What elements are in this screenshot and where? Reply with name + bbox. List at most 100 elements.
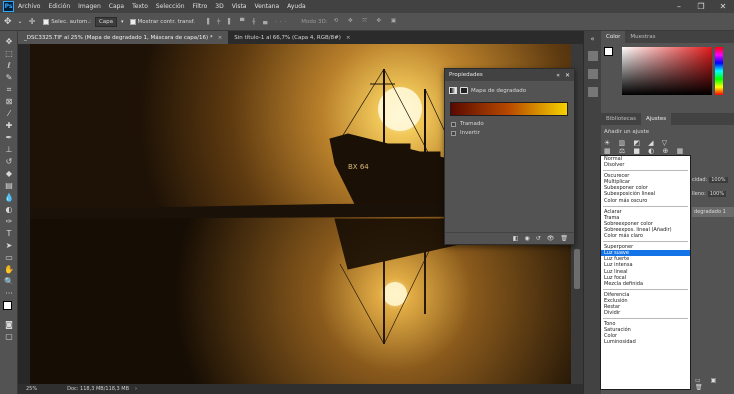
history-panel-icon[interactable]: [587, 51, 598, 61]
healing-brush-icon[interactable]: ✚: [2, 120, 16, 131]
clip-to-layer-icon[interactable]: ◧: [513, 235, 519, 242]
blur-tool-icon[interactable]: 💧: [2, 192, 16, 203]
blend-mode-option[interactable]: Luminosidad: [601, 339, 690, 345]
3d-tool-icons[interactable]: ⟲ ✥ ⤧ ✥ ▣: [334, 18, 400, 25]
ship-hull-number: BX 64: [348, 163, 369, 171]
scrollbar-thumb[interactable]: [574, 249, 580, 289]
history-brush-icon[interactable]: ↺: [2, 156, 16, 167]
menu-seleccion[interactable]: Selección: [156, 3, 185, 10]
blend-mode-option[interactable]: Color más oscuro: [601, 198, 690, 204]
eraser-tool-icon[interactable]: ◆: [2, 168, 16, 179]
menu-3d[interactable]: 3D: [215, 3, 223, 10]
zoom-level[interactable]: 25%: [26, 386, 37, 392]
menu-archivo[interactable]: Archivo: [18, 3, 40, 10]
color-swatches[interactable]: [2, 300, 16, 318]
tab-document-1[interactable]: _DSC3325.TIF al 25% (Mapa de degradado 1…: [18, 31, 229, 44]
tab-color[interactable]: Color: [601, 31, 626, 43]
lasso-tool-icon[interactable]: ℓ: [2, 60, 16, 71]
fill-value[interactable]: 100%: [707, 191, 727, 197]
reverse-row[interactable]: Invertir: [451, 130, 568, 136]
hand-tool-icon[interactable]: ✋: [2, 264, 16, 275]
move-tool-icon[interactable]: ✥: [2, 36, 16, 47]
adjustment-icons-row[interactable]: ☀ ▥ ◩ ◢ ▽: [601, 139, 734, 147]
layer-mask-icon[interactable]: [460, 87, 468, 94]
close-icon[interactable]: ✕: [565, 72, 570, 79]
quick-mask-icon[interactable]: ◙: [2, 319, 16, 330]
dither-label: Tramado: [460, 121, 484, 127]
zoom-tool-icon[interactable]: 🔍: [2, 276, 16, 287]
shape-tool-icon[interactable]: ▭: [2, 252, 16, 263]
paragraph-panel-icon[interactable]: [587, 87, 598, 97]
menu-edicion[interactable]: Edición: [48, 3, 70, 10]
reverse-label: Invertir: [460, 130, 480, 136]
foreground-color-swatch[interactable]: [604, 47, 613, 56]
opacity-row[interactable]: cidad: 100%: [692, 177, 734, 183]
close-tab-icon[interactable]: ×: [218, 35, 223, 41]
expand-dock-icon[interactable]: «: [584, 35, 601, 43]
gradient-tool-icon[interactable]: ▤: [2, 180, 16, 191]
chevron-right-icon[interactable]: ›: [135, 386, 137, 392]
hue-slider[interactable]: [715, 47, 723, 95]
brush-tool-icon[interactable]: ✒: [2, 132, 16, 143]
minimize-icon[interactable]: –: [668, 0, 690, 13]
screen-mode-icon[interactable]: ▢: [2, 331, 16, 342]
eyedropper-tool-icon[interactable]: ⁄: [2, 108, 16, 119]
gradient-preview[interactable]: [450, 102, 568, 116]
tab-libraries[interactable]: Bibliotecas: [601, 113, 641, 125]
menu-texto[interactable]: Texto: [132, 3, 148, 10]
menu-imagen[interactable]: Imagen: [78, 3, 101, 10]
crop-tool-icon[interactable]: ⌗: [2, 84, 16, 95]
reset-icon[interactable]: ↺: [536, 235, 541, 242]
tab-swatches[interactable]: Muestras: [625, 31, 660, 43]
dither-row[interactable]: Tramado: [451, 121, 568, 127]
frame-tool-icon[interactable]: ⊠: [2, 96, 16, 107]
quick-select-tool-icon[interactable]: ✎: [2, 72, 16, 83]
show-transform-checkbox[interactable]: [129, 18, 136, 25]
foreground-color-swatch[interactable]: [3, 301, 12, 310]
menu-ayuda[interactable]: Ayuda: [287, 3, 306, 10]
align-icons[interactable]: ▐ ╪ ▌ ▀ ╫ ▄ ···: [205, 19, 289, 25]
view-previous-icon[interactable]: ◉: [524, 235, 529, 242]
gradient-map-icon: [449, 87, 457, 94]
blend-mode-option[interactable]: Color más claro: [601, 233, 690, 239]
reverse-checkbox[interactable]: [451, 130, 456, 136]
blend-mode-option[interactable]: Disolver: [601, 162, 690, 168]
tab-adjustments[interactable]: Ajustes: [641, 113, 672, 125]
layer-row[interactable]: degradado 1: [692, 207, 734, 217]
adjustment-icons-row[interactable]: ▦ ⚖ ■ ◐ ⊕ ▦: [601, 147, 734, 155]
layers-footer-icons[interactable]: ▭ ▣ 🗑: [695, 377, 734, 391]
dither-checkbox[interactable]: [451, 121, 456, 127]
properties-header[interactable]: Propiedades « ✕: [445, 69, 574, 81]
auto-select-checkbox[interactable]: [43, 18, 50, 25]
visibility-eye-icon[interactable]: 👁: [547, 235, 555, 242]
pen-tool-icon[interactable]: ✑: [2, 216, 16, 227]
status-bar: 25% Doc: 118,3 MB/118,3 MB ›: [18, 384, 596, 394]
menu-vista[interactable]: Vista: [232, 3, 247, 10]
move-tool-icon[interactable]: ✥: [4, 17, 12, 27]
menu-capa[interactable]: Capa: [109, 3, 124, 10]
type-tool-icon[interactable]: T: [2, 228, 16, 239]
collapse-icon[interactable]: «: [556, 72, 560, 79]
menu-filtro[interactable]: Filtro: [193, 3, 208, 10]
blend-mode-option[interactable]: Mezcla definida: [601, 281, 690, 287]
tab-document-2[interactable]: Sin título-1 al 66,7% (Capa 4, RGB/8#) ×: [228, 31, 356, 44]
move-crosshair-icon: ✛: [28, 17, 36, 26]
delete-trash-icon[interactable]: 🗑: [560, 235, 568, 242]
fill-row[interactable]: lleno: 100%: [692, 191, 734, 197]
opacity-value[interactable]: 100%: [709, 177, 728, 183]
blend-mode-dropdown[interactable]: Normal Disolver Oscurecer Multiplicar Subexp…: [600, 155, 691, 390]
auto-select-dropdown[interactable]: Capa: [94, 16, 118, 27]
maximize-icon[interactable]: ❐: [690, 0, 712, 13]
blend-mode-option[interactable]: Dividir: [601, 310, 690, 316]
close-window-icon[interactable]: ✕: [712, 0, 734, 13]
chevron-down-icon[interactable]: ⌄: [18, 18, 23, 25]
clone-stamp-icon[interactable]: ⊥: [2, 144, 16, 155]
marquee-tool-icon[interactable]: ⬚: [2, 48, 16, 59]
menu-ventana[interactable]: Ventana: [254, 3, 279, 10]
more-tools-icon[interactable]: ···: [2, 288, 16, 299]
saturation-field[interactable]: [622, 47, 712, 95]
dodge-tool-icon[interactable]: ◐: [2, 204, 16, 215]
path-select-icon[interactable]: ➤: [2, 240, 16, 251]
actions-panel-icon[interactable]: [587, 69, 598, 79]
close-tab-icon[interactable]: ×: [346, 35, 351, 41]
